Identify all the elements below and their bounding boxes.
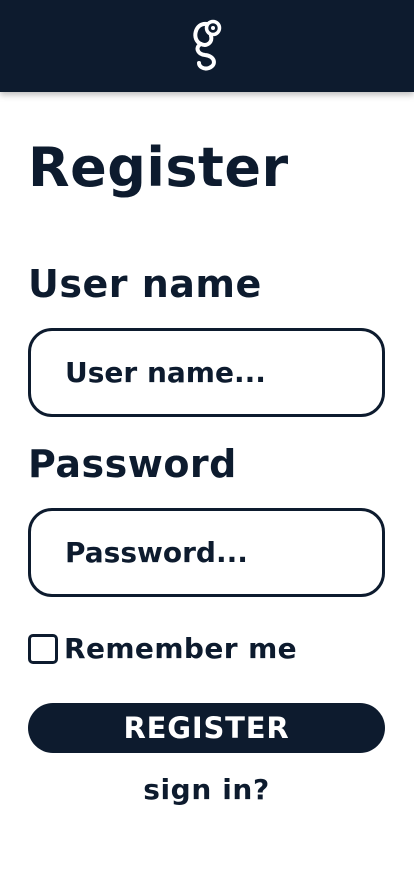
password-input[interactable] <box>28 508 385 597</box>
logo-icon[interactable] <box>187 16 227 76</box>
remember-me-label[interactable]: Remember me <box>64 632 297 666</box>
remember-me-checkbox[interactable] <box>28 634 58 664</box>
page-title: Register <box>28 136 289 199</box>
username-input[interactable] <box>28 328 385 417</box>
register-button[interactable]: REGISTER <box>28 703 385 753</box>
remember-me-row[interactable]: Remember me <box>28 632 297 666</box>
top-bar <box>0 0 414 92</box>
password-label: Password <box>28 442 237 486</box>
sign-in-link[interactable]: sign in? <box>28 771 385 809</box>
username-label: User name <box>28 262 262 306</box>
